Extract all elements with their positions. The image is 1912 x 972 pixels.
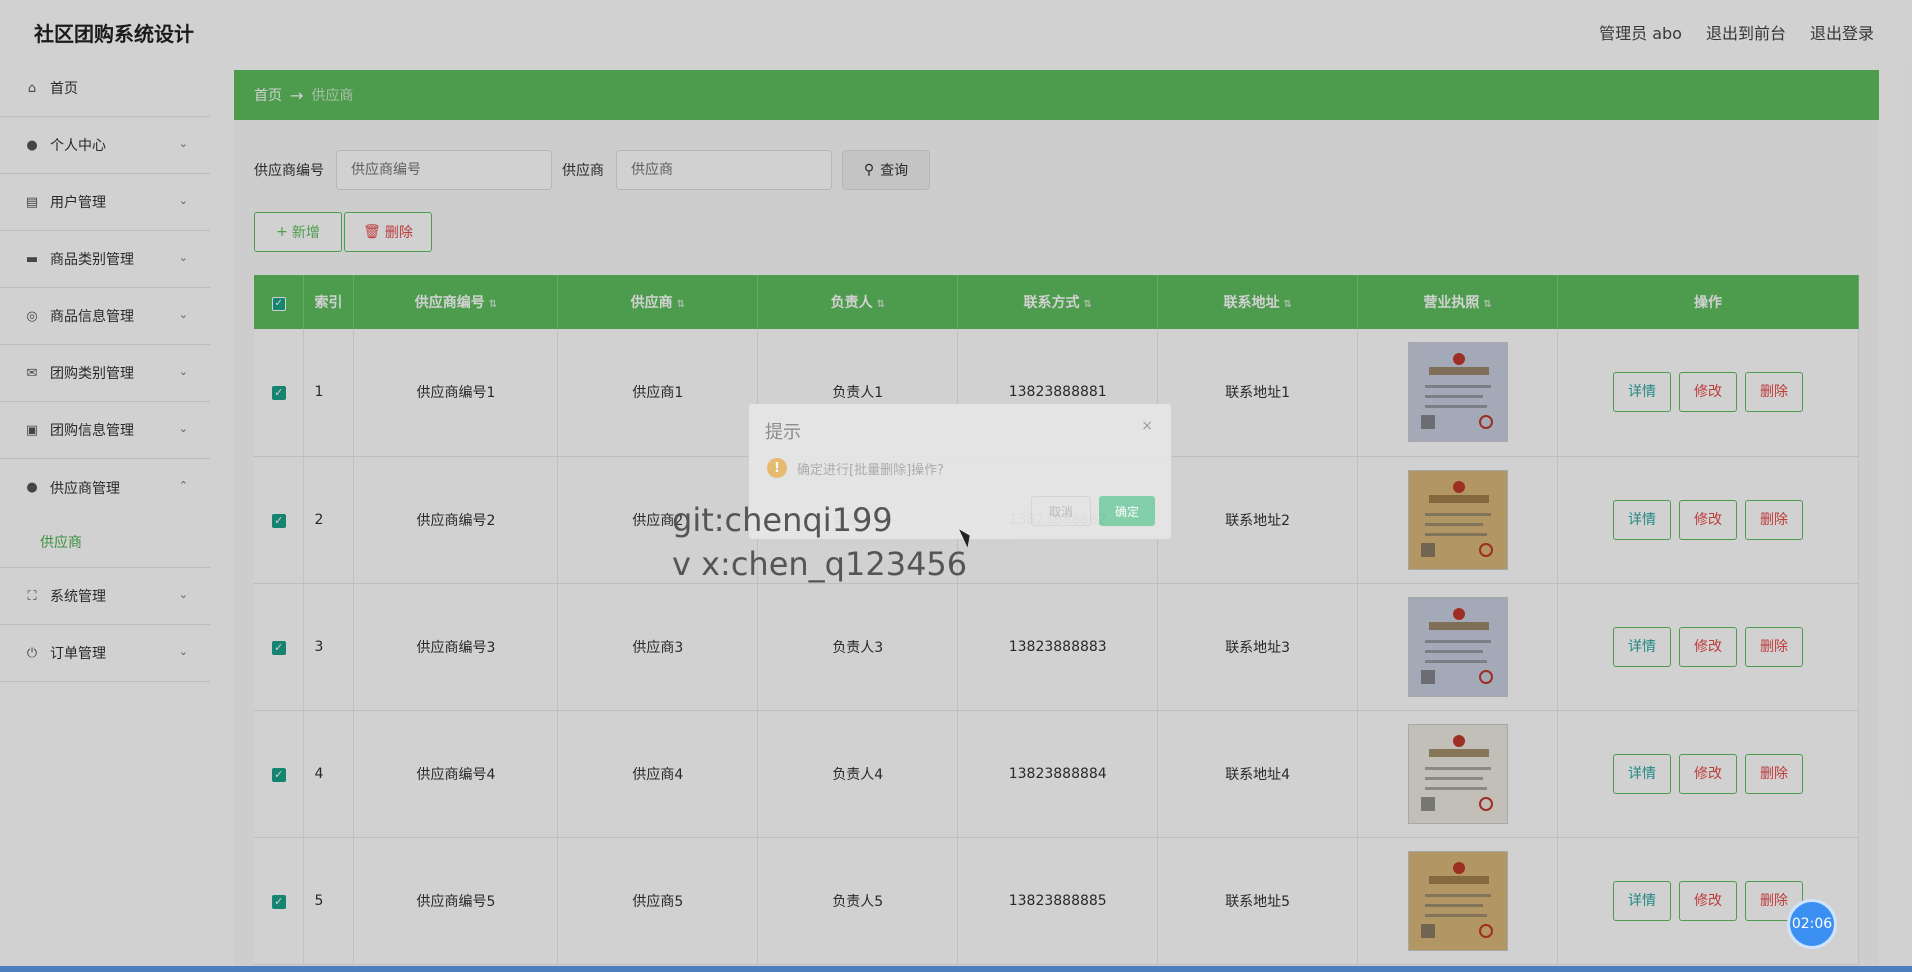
- vertical-scrollbar[interactable]: [1904, 60, 1912, 800]
- dialog-message: ! 确定进行[批量删除]操作?: [767, 458, 944, 478]
- watermark-text: git:chenqi199 v x:chen_q123456: [672, 498, 967, 586]
- watermark-line: git:chenqi199: [672, 501, 893, 539]
- dialog-message-text: 确定进行[批量删除]操作?: [797, 462, 945, 478]
- taskbar-strip: [0, 966, 1912, 972]
- cancel-button[interactable]: 取消: [1031, 496, 1091, 526]
- recording-timer[interactable]: 02:06: [1787, 899, 1837, 949]
- confirm-button[interactable]: 确定: [1099, 496, 1155, 526]
- warning-icon: !: [767, 458, 787, 478]
- watermark-line: v x:chen_q123456: [672, 545, 968, 583]
- close-icon[interactable]: ×: [1141, 418, 1153, 434]
- dialog-title: 提示: [765, 422, 801, 443]
